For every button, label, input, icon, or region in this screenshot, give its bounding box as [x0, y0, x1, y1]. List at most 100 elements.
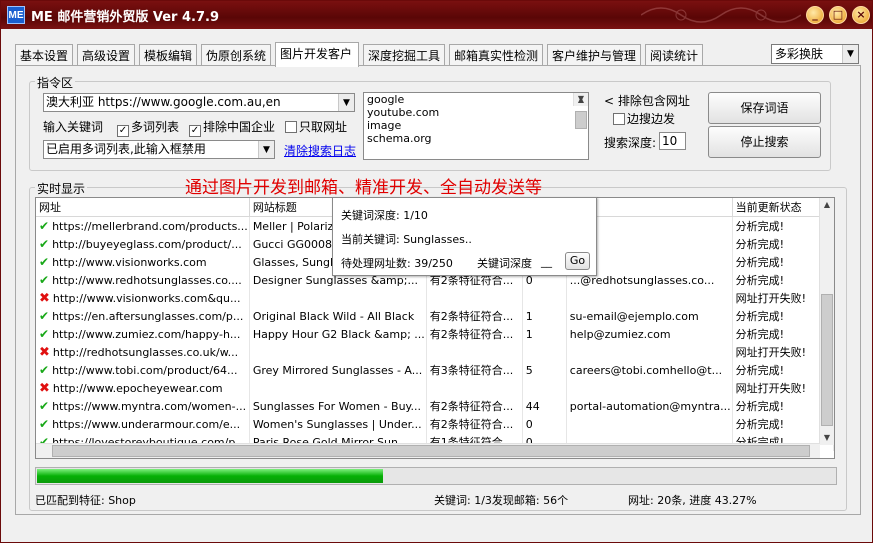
row-email-cell: portal-automation@myntra...: [566, 397, 733, 415]
tab-deep-mining[interactable]: 深度挖掘工具: [363, 44, 445, 66]
row-url-text: http://redhotsunglasses.co.uk/w...: [52, 345, 239, 359]
row-url-text: https://www.myntra.com/women-...: [52, 400, 247, 413]
row-count-text: 1: [525, 309, 533, 323]
x-mark-icon: ✖: [39, 290, 50, 306]
row-match-text: 有2条特征符合...: [429, 310, 514, 323]
tab-basic-settings[interactable]: 基本设置: [15, 44, 73, 66]
tab-read-stats[interactable]: 阅读统计: [645, 44, 703, 66]
scroll-down-icon[interactable]: ▼: [820, 431, 834, 445]
row-title-cell: [249, 289, 427, 307]
tab-customer-care[interactable]: 客户维护与管理: [547, 44, 641, 66]
scroll-thumb[interactable]: [821, 294, 833, 426]
check-mark-icon: ✔: [39, 309, 50, 323]
promo-banner: 通过图片开发到邮箱、精准开发、全自动发送等: [185, 178, 542, 198]
table-row[interactable]: ✔ https://www.underarmour.com/e... Women's…: [36, 415, 834, 433]
row-state-text: 分析完成!: [735, 238, 785, 251]
title-bar[interactable]: ME ME 邮件营销外贸版 Ver 4.7.9 _ □ ×: [1, 1, 872, 29]
pending-urls-text: 待处理网址数: 39/250: [341, 257, 453, 270]
row-email-text: portal-automation@myntra...: [569, 399, 731, 413]
row-url-text: http://www.redhotsunglasses.co....: [52, 274, 242, 287]
mode-select-value: 已启用多词列表,此输入框禁用: [46, 142, 206, 156]
row-url-cell: ✔ http://www.zumiez.com/happy-h...: [36, 325, 250, 343]
keywords-scrollbar[interactable]: ▲ ▼: [573, 92, 588, 129]
close-button[interactable]: ×: [852, 6, 870, 24]
check-mark-icon: ✔: [39, 417, 50, 431]
row-match-cell: [426, 379, 523, 397]
unchecked-box-icon: [285, 121, 297, 133]
progress-bar: [35, 467, 837, 485]
row-count-text: 5: [525, 363, 533, 377]
search-status-popup: 关键词深度: 1/10 当前关键词: Sunglasses.. 待处理网址数: …: [332, 197, 597, 276]
row-match-cell: 有2条特征符合...: [426, 307, 523, 325]
row-url-text: http://www.zumiez.com/happy-h...: [52, 328, 241, 341]
row-email-text: su-email@ejemplo.com: [569, 309, 699, 323]
chevron-down-icon: ▼: [338, 94, 354, 111]
depth-input[interactable]: 10: [659, 132, 686, 150]
row-url-cell: ✔ http://www.tobi.com/product/64...: [36, 361, 250, 379]
row-match-text: 有2条特征符合...: [429, 328, 514, 341]
minimize-button[interactable]: _: [806, 6, 824, 24]
row-url-cell: ✖ http://redhotsunglasses.co.uk/w...: [36, 343, 250, 361]
title-ornament: [641, 7, 801, 23]
table-row[interactable]: ✔ http://www.zumiez.com/happy-h... Happy H…: [36, 325, 834, 343]
keyword-status: 关键词: 1/3发现邮箱: 56个: [434, 494, 569, 507]
tab-template-editor[interactable]: 模板编辑: [139, 44, 197, 66]
check-mark-icon: ✔: [39, 219, 50, 233]
row-state-text: 分析完成!: [735, 310, 785, 323]
row-url-cell: ✔ http://www.redhotsunglasses.co....: [36, 271, 250, 289]
row-match-text: 有2条特征符合...: [429, 400, 514, 413]
row-match-cell: 有2条特征符合...: [426, 415, 523, 433]
table-row[interactable]: ✔ https://www.myntra.com/women-... Sunglas…: [36, 397, 834, 415]
row-count-cell: 1: [522, 307, 567, 325]
clear-log-link[interactable]: 清除搜索日志: [284, 142, 356, 159]
go-button[interactable]: Go: [565, 252, 590, 270]
row-count-text: 1: [525, 327, 533, 341]
app-window: ME ME 邮件营销外贸版 Ver 4.7.9 _ □ × 基本设置 高级设置 …: [0, 0, 873, 543]
keyword-item[interactable]: youtube.com: [364, 106, 588, 119]
scroll-up-icon[interactable]: ▲: [820, 198, 834, 212]
row-count-text: 0: [525, 417, 533, 431]
row-count-text: 44: [525, 399, 540, 413]
multi-word-list-checkbox[interactable]: ✓ 多词列表: [117, 118, 179, 137]
unchecked-box-icon: [613, 113, 625, 125]
save-words-button[interactable]: 保存词语: [708, 92, 821, 124]
table-vscrollbar[interactable]: ▲ ▼: [819, 198, 834, 445]
scroll-thumb[interactable]: [52, 445, 810, 457]
skin-select[interactable]: 多彩换肤 ▼: [771, 44, 859, 64]
table-row[interactable]: ✖ http://redhotsunglasses.co.uk/w... 网址打开失…: [36, 343, 834, 361]
col-url-header[interactable]: 网址: [36, 198, 250, 217]
table-row[interactable]: ✔ https://en.aftersunglasses.com/p... Orig…: [36, 307, 834, 325]
scroll-down-icon[interactable]: ▼: [574, 92, 588, 106]
tab-pseudo-original[interactable]: 伪原创系统: [201, 44, 271, 66]
row-state-text: 网址打开失败!: [735, 292, 807, 305]
x-mark-icon: ✖: [39, 380, 50, 396]
keyword-item[interactable]: schema.org: [364, 132, 588, 145]
tab-email-verify[interactable]: 邮箱真实性检测: [449, 44, 543, 66]
row-url-text: https://mellerbrand.com/products...: [52, 220, 248, 233]
edge-search-checkbox[interactable]: 边搜边发: [613, 110, 675, 127]
row-match-cell: [426, 343, 523, 361]
keyword-item[interactable]: image: [364, 119, 588, 132]
mode-select[interactable]: 已启用多词列表,此输入框禁用 ▼: [43, 140, 275, 159]
keywords-listbox[interactable]: google youtube.com image schema.org ▲ ▼: [363, 92, 589, 160]
table-row[interactable]: ✖ http://www.visionworks.com&qu... 网址打开失败!: [36, 289, 834, 307]
row-url-text: http://www.visionworks.com: [52, 256, 207, 269]
table-row[interactable]: ✔ http://www.tobi.com/product/64... Grey M…: [36, 361, 834, 379]
tab-image-customers[interactable]: 图片开发客户: [275, 42, 359, 67]
skin-select-value: 多彩换肤: [775, 47, 824, 61]
table-row[interactable]: ✖ http://www.epocheyewear.com 网址打开失败!: [36, 379, 834, 397]
exclude-china-checkbox[interactable]: ✓ 排除中国企业: [189, 118, 275, 137]
row-url-cell: ✔ https://www.myntra.com/women-...: [36, 397, 250, 415]
table-hscrollbar[interactable]: [36, 443, 820, 458]
stop-search-button[interactable]: 停止搜索: [708, 126, 821, 158]
tab-advanced-settings[interactable]: 高级设置: [77, 44, 135, 66]
chevron-down-icon: ▼: [842, 45, 858, 63]
keyword-item[interactable]: google: [364, 93, 588, 106]
country-select[interactable]: 澳大利亚 https://www.google.com.au,en ▼: [43, 93, 355, 112]
maximize-button[interactable]: □: [829, 6, 847, 24]
popup-depth-input[interactable]: __: [541, 255, 552, 268]
only-url-checkbox[interactable]: 只取网址: [285, 118, 347, 135]
row-url-cell: ✔ https://mellerbrand.com/products...: [36, 216, 250, 235]
command-area-label: 指令区: [35, 74, 76, 91]
scroll-thumb[interactable]: [575, 111, 587, 129]
